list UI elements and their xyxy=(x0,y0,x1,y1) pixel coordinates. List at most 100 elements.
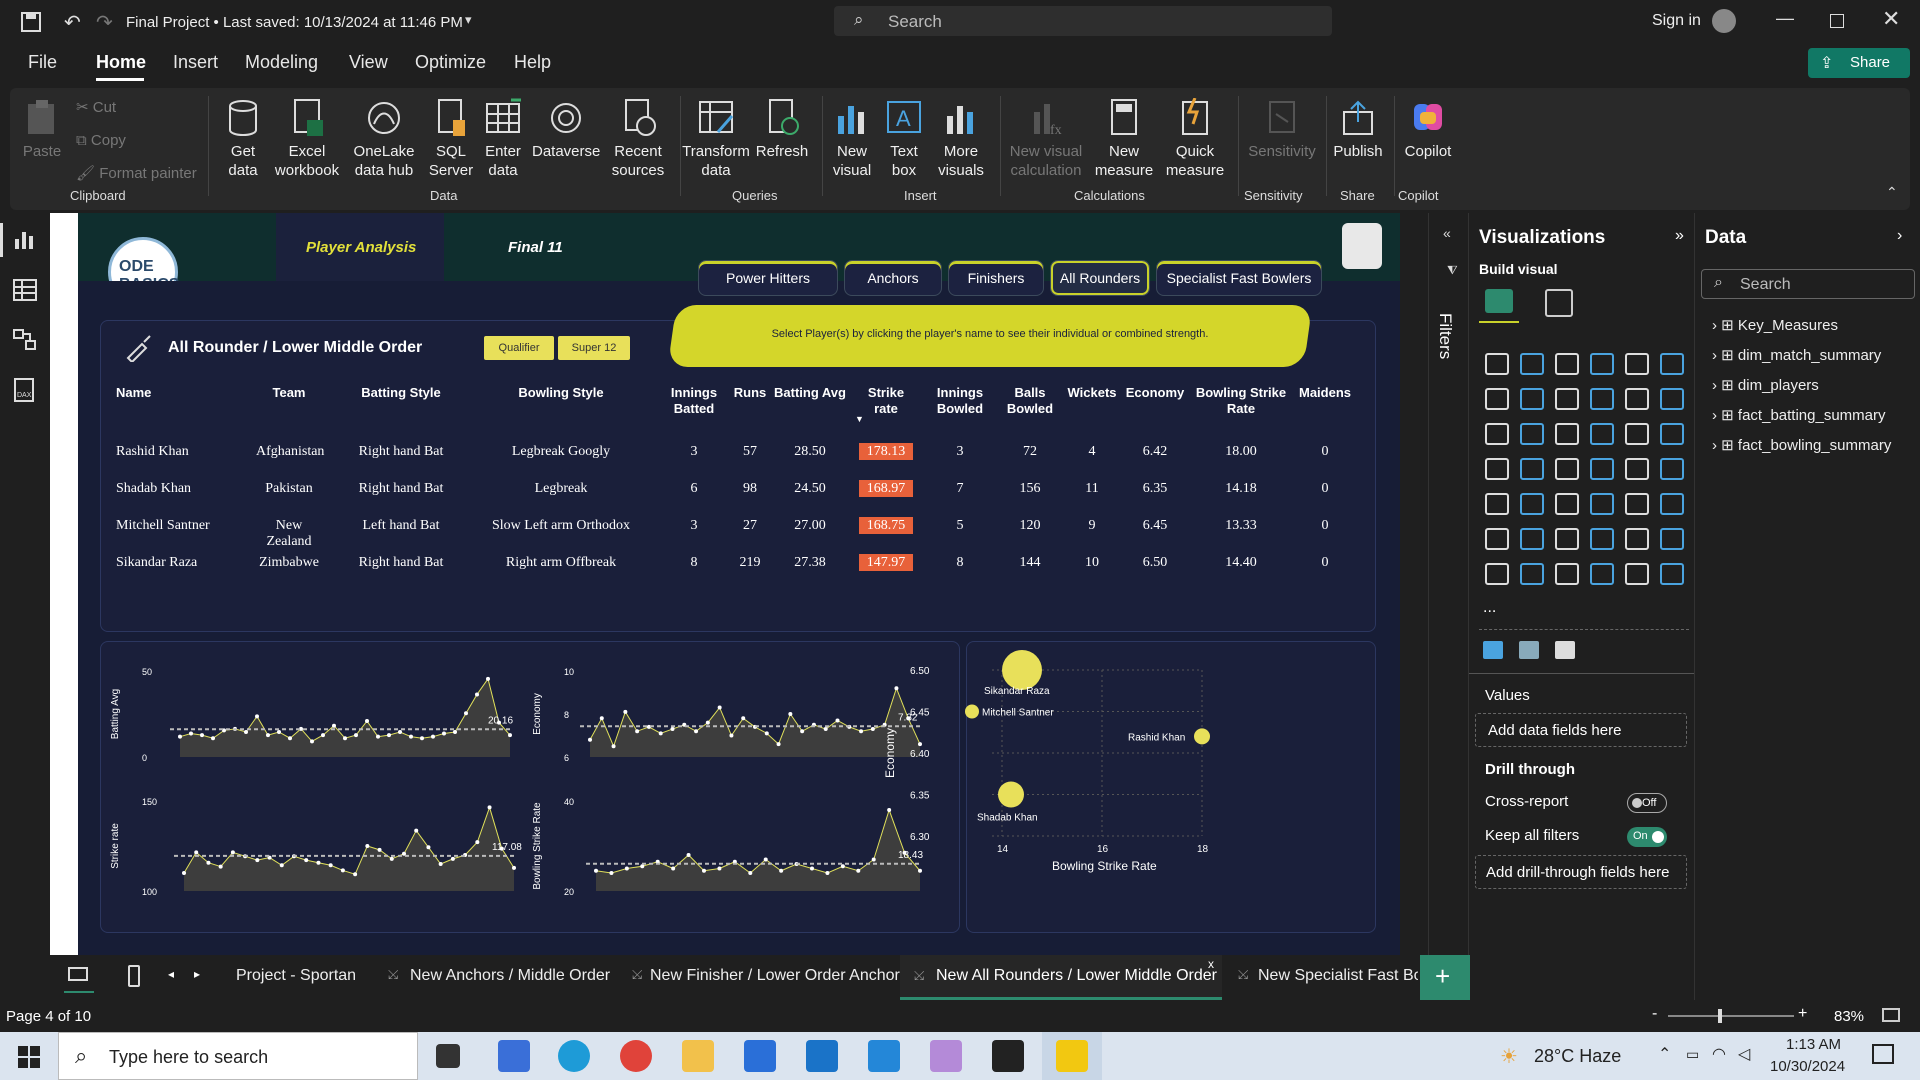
task-view-icon[interactable] xyxy=(436,1044,460,1068)
trophy-icon[interactable] xyxy=(1590,528,1614,550)
sort-desc-icon[interactable]: ▼ xyxy=(855,414,864,424)
model-view-icon[interactable] xyxy=(12,327,38,353)
slicer-icon[interactable] xyxy=(1485,493,1509,515)
qa-icon[interactable] xyxy=(1520,528,1544,550)
filled-map-icon[interactable] xyxy=(1485,458,1509,480)
chrome-icon[interactable] xyxy=(620,1040,652,1072)
collapse-ribbon-icon[interactable]: ⌃ xyxy=(1886,184,1898,201)
col-strike-rate[interactable]: Strike rate xyxy=(858,385,914,417)
col-maidens[interactable]: Maidens xyxy=(1292,385,1358,401)
page-tab-2[interactable]: New Anchors / Middle Order xyxy=(410,967,610,985)
drill-through-drop-zone[interactable]: Add drill-through fields here xyxy=(1475,855,1687,889)
edge-icon[interactable] xyxy=(558,1040,590,1072)
close-icon[interactable]: ✕ xyxy=(1882,6,1900,32)
menu-modeling[interactable]: Modeling xyxy=(245,52,318,73)
power-apps-icon[interactable] xyxy=(1660,528,1684,550)
sql-server-button[interactable]: SQL Server xyxy=(426,98,476,180)
matrix-icon[interactable] xyxy=(1555,493,1579,515)
prev-page-icon[interactable]: ◂ xyxy=(168,967,174,981)
outlook-icon[interactable] xyxy=(806,1040,838,1072)
text-box-button[interactable]: A Text box xyxy=(882,98,926,180)
tray-chevron-icon[interactable]: ⌃ xyxy=(1658,1044,1671,1064)
undo-icon[interactable]: ↶ xyxy=(64,10,81,35)
vscode-icon[interactable] xyxy=(868,1040,900,1072)
stacked-area-icon[interactable] xyxy=(1555,388,1579,410)
pill-anchors[interactable]: Anchors xyxy=(844,260,942,296)
key-influencers-icon[interactable] xyxy=(1660,493,1684,515)
pill-all-rounders[interactable]: All Rounders xyxy=(1050,260,1150,296)
cross-report-toggle[interactable]: Off xyxy=(1627,793,1667,813)
maximize-icon[interactable] xyxy=(1830,14,1844,28)
terminal-icon[interactable] xyxy=(992,1040,1024,1072)
menu-optimize[interactable]: Optimize xyxy=(415,52,486,73)
more-visuals-button[interactable]: More visuals xyxy=(932,98,990,180)
pie-icon[interactable] xyxy=(1555,423,1579,445)
col-batting-avg[interactable]: Batting Avg xyxy=(770,385,850,401)
search-box[interactable]: ⌕ Search xyxy=(834,6,1332,36)
excel-workbook-button[interactable]: Excel workbook xyxy=(272,98,342,180)
paginated-icon[interactable] xyxy=(1625,528,1649,550)
data-table-item[interactable]: › ⊞ dim_players xyxy=(1712,376,1819,394)
donut-icon[interactable] xyxy=(1590,423,1614,445)
sign-in-link[interactable]: Sign in xyxy=(1652,12,1701,30)
arcgis-icon[interactable] xyxy=(1520,563,1544,585)
col-innings-bowled[interactable]: Innings Bowled xyxy=(930,385,990,417)
ribbon-icon[interactable] xyxy=(1625,388,1649,410)
table-view-icon[interactable] xyxy=(12,277,38,303)
expand-chevron-icon[interactable]: › xyxy=(1712,407,1717,424)
file-explorer-icon[interactable] xyxy=(682,1040,714,1072)
menu-file[interactable]: File xyxy=(28,52,57,73)
desktop-layout-tab[interactable] xyxy=(64,963,94,993)
small-multiples-icon[interactable] xyxy=(1483,641,1503,659)
onelake-button[interactable]: OneLake data hub xyxy=(348,98,420,180)
transform-data-button[interactable]: Transform data xyxy=(682,98,750,180)
super12-button[interactable]: Super 12 xyxy=(558,336,630,360)
weather-text[interactable]: 28°C Haze xyxy=(1534,1046,1621,1067)
multi-row-card-icon[interactable] xyxy=(1625,458,1649,480)
dataverse-button[interactable]: Dataverse xyxy=(532,98,600,161)
taskbar-search[interactable]: ⌕ Type here to search xyxy=(58,1032,418,1080)
100-bar-icon[interactable] xyxy=(1625,353,1649,375)
app-icon-1[interactable] xyxy=(498,1040,530,1072)
menu-view[interactable]: View xyxy=(349,52,388,73)
format-visual-tab[interactable] xyxy=(1545,289,1573,317)
power-automate-icon[interactable] xyxy=(1485,563,1509,585)
notifications-icon[interactable] xyxy=(1872,1044,1894,1064)
keep-filters-toggle[interactable]: On xyxy=(1627,827,1667,847)
app-2-icon[interactable] xyxy=(1590,563,1614,585)
card-icon[interactable] xyxy=(1590,458,1614,480)
table-icon[interactable] xyxy=(1520,493,1544,515)
dax-query-icon[interactable]: DAX xyxy=(12,377,38,403)
volume-icon[interactable]: ◁ xyxy=(1738,1044,1750,1064)
custom-visual-icon[interactable] xyxy=(1555,641,1575,659)
smart-narrative-icon[interactable] xyxy=(1555,528,1579,550)
paste-button[interactable]: Paste xyxy=(20,98,64,161)
python-visual-icon[interactable] xyxy=(1625,493,1649,515)
get-data-button[interactable]: Get data xyxy=(218,98,268,180)
app-icon-2[interactable] xyxy=(930,1040,962,1072)
pill-specialist-fast-bowlers[interactable]: Specialist Fast Bowlers xyxy=(1156,260,1322,296)
cut-button[interactable]: ✂ Cut xyxy=(76,98,116,117)
page-tab-1[interactable]: Project - Sportan xyxy=(236,967,356,985)
add-page-button[interactable]: + xyxy=(1420,955,1470,1000)
line-icon[interactable] xyxy=(1485,388,1509,410)
wifi-icon[interactable]: ◠ xyxy=(1712,1044,1726,1064)
filters-label[interactable]: Filters xyxy=(1435,313,1455,359)
format-painter-button[interactable]: 🖌 Format painter xyxy=(76,164,197,183)
100-column-icon[interactable] xyxy=(1660,353,1684,375)
col-balls-bowled[interactable]: Balls Bowled xyxy=(1004,385,1056,417)
next-page-icon[interactable]: ▸ xyxy=(194,967,200,981)
save-icon[interactable] xyxy=(20,11,42,33)
zoom-out-icon[interactable]: - xyxy=(1652,1005,1657,1023)
zoom-slider[interactable] xyxy=(1668,1009,1794,1023)
kpi-icon[interactable] xyxy=(1660,458,1684,480)
page-tab-4-active[interactable]: ⤩ New All Rounders / Lower Middle Order … xyxy=(900,955,1222,1000)
copy-button[interactable]: ⧉ Copy xyxy=(76,131,126,150)
funnel-icon[interactable] xyxy=(1485,423,1509,445)
mobile-layout-icon[interactable] xyxy=(128,965,140,987)
chevron-down-icon[interactable]: ▾ xyxy=(465,12,472,28)
filters-pane[interactable]: « ⧨ Filters xyxy=(1428,213,1468,1025)
collapse-icon[interactable]: « xyxy=(1443,225,1451,241)
publish-button[interactable]: Publish xyxy=(1328,98,1388,161)
expand-chevron-icon[interactable]: › xyxy=(1712,317,1717,334)
